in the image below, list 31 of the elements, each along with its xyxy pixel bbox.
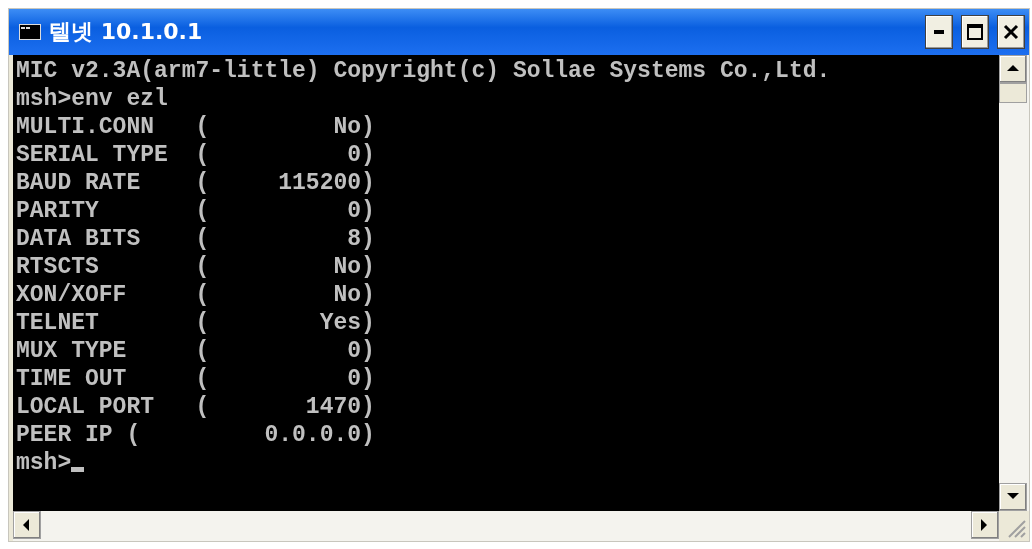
terminal-line: SERIAL TYPE ( 0) [16,141,375,169]
terminal-line: LOCAL PORT ( 1470) [16,393,375,421]
scroll-thumb[interactable] [999,83,1027,103]
terminal-line: XON/XOFF ( No) [16,281,375,309]
window-title: 텔넷 10.1.0.1 [49,18,204,46]
terminal-line: DATA BITS ( 8) [16,225,375,253]
terminal-line: TELNET ( Yes) [16,309,375,337]
maximize-button[interactable] [961,15,989,49]
console-icon [19,24,41,40]
terminal-line: MIC v2.3A(arm7-little) Copyright(c) Sollae Systems Co.,Ltd. [16,57,831,85]
terminal-line: MUX TYPE ( 0) [16,337,375,365]
terminal-line: BAUD RATE ( 115200) [16,169,375,197]
terminal-line: TIME OUT ( 0) [16,365,375,393]
scroll-down-button[interactable] [999,483,1027,511]
vertical-scrollbar[interactable] [999,55,1029,511]
maximize-icon [967,24,983,40]
scroll-right-button[interactable] [971,511,999,539]
scroll-up-button[interactable] [999,55,1027,83]
terminal-line: msh>env ezl [16,85,168,113]
minimize-icon [934,30,944,34]
minimize-button[interactable] [925,15,953,49]
scroll-left-button[interactable] [13,511,41,539]
close-button[interactable] [997,15,1025,49]
terminal-line: PEER IP ( 0.0.0.0) [16,421,375,449]
horizontal-scrollbar[interactable] [13,511,999,541]
terminal-line: MULTI.CONN ( No) [16,113,375,141]
terminal-line: PARITY ( 0) [16,197,375,225]
terminal-line: RTSCTS ( No) [16,253,375,281]
terminal-prompt: msh> [16,449,72,477]
close-icon [1003,24,1019,40]
text-cursor [71,467,85,472]
